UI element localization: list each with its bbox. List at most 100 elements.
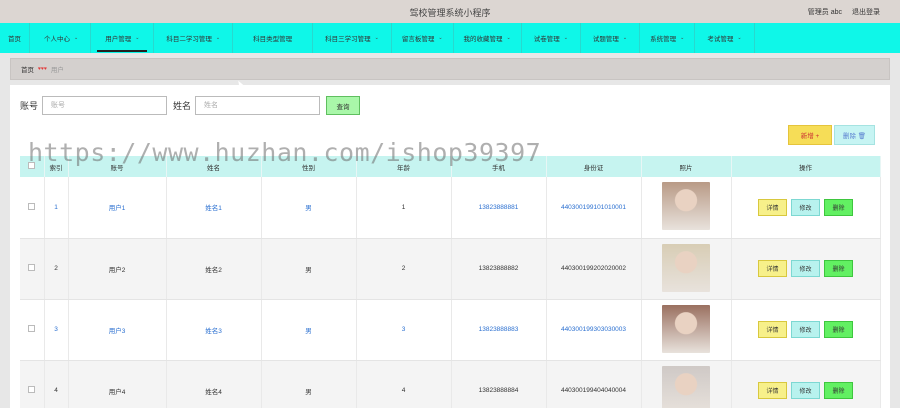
cell-name: 姓名2 <box>166 238 262 300</box>
main-nav: 首页 个人中心 ⌄ 用户管理 ⌄ 科目二学习管理 ⌄ 科目类型管理 科目三学习管理 ⌄ … <box>0 23 900 53</box>
edit-button[interactable]: 修改 <box>791 321 820 338</box>
chevron-down-icon: ⌄ <box>563 35 568 41</box>
cell-age: 2 <box>356 238 452 300</box>
nav-item-label: 考试管理 <box>707 36 734 43</box>
chevron-down-icon: ⌄ <box>680 35 685 41</box>
delete-button[interactable]: 删除 <box>824 198 853 216</box>
cell-index: 2 <box>44 238 69 300</box>
nav-item-system[interactable]: 系统管理 ⌄ <box>640 23 696 53</box>
row-checkbox[interactable] <box>20 360 45 408</box>
nav-item-label: 系统管理 <box>650 36 677 43</box>
cell-age: 4 <box>356 360 452 408</box>
chevron-down-icon: ⌄ <box>374 35 379 41</box>
cell-account: 用户3 <box>68 299 167 361</box>
cell-actions: 详情 修改 删除 <box>731 238 881 300</box>
cell-name: 姓名4 <box>166 360 262 408</box>
cell-phone: 13823888883 <box>451 299 547 361</box>
user-table: 索引 账号 姓名 性别 年龄 手机 身份证 照片 操作 1 用户1 姓名1 男 … <box>20 156 881 408</box>
nav-item-subject3-study[interactable]: 科目三学习管理 ⌄ <box>313 23 392 53</box>
top-bar: 驾校管理系统小程序 管理员 abc 退出登录 <box>0 0 900 23</box>
user-photo[interactable] <box>662 243 710 292</box>
nav-item-label: 首页 <box>8 36 21 43</box>
search-form: 账号 姓名 查询 <box>20 96 361 115</box>
delete-button[interactable]: 删除 <box>824 260 853 277</box>
cell-phone: 13823888881 <box>451 177 547 239</box>
nav-item-question[interactable]: 试题管理 ⌄ <box>581 23 641 53</box>
cell-account: 用户1 <box>68 177 167 239</box>
nav-item-favorites[interactable]: 我的收藏管理 ⌄ <box>454 23 522 53</box>
cell-name: 姓名3 <box>166 299 262 361</box>
edit-button[interactable]: 修改 <box>791 198 820 216</box>
name-label: 姓名 <box>173 101 192 111</box>
nav-item-label: 个人中心 <box>44 36 70 43</box>
edit-button[interactable]: 修改 <box>791 260 820 277</box>
chevron-down-icon: ⌄ <box>438 35 443 41</box>
row-checkbox[interactable] <box>20 238 45 300</box>
batch-delete-button[interactable]: 删除 🗑 <box>834 125 875 145</box>
nav-item-label: 我的收藏管理 <box>463 36 503 43</box>
detail-button[interactable]: 详情 <box>758 198 787 216</box>
breadcrumb-current: 用户 <box>50 67 64 74</box>
cell-photo <box>641 360 732 408</box>
breadcrumb-separator-icon: ♥♥♥ <box>38 66 47 72</box>
user-label: 管理员 abc <box>807 9 842 16</box>
nav-item-label: 科目二学习管理 <box>166 36 212 43</box>
delete-button[interactable]: 删除 <box>824 382 853 399</box>
table-row: 4 用户4 姓名4 男 4 13823888884 44030019940404… <box>20 360 881 408</box>
row-checkbox[interactable] <box>20 299 45 361</box>
edit-button[interactable]: 修改 <box>791 382 820 399</box>
add-button-label: 新增 + <box>800 133 820 140</box>
nav-item-label: 科目类型管理 <box>253 36 293 43</box>
nav-item-label: 留言板管理 <box>401 36 435 43</box>
account-input[interactable] <box>42 96 168 115</box>
detail-button[interactable]: 详情 <box>758 382 787 399</box>
cell-phone: 13823888884 <box>451 360 547 408</box>
watermark: https://www.huzhan.com/ishop39397 <box>28 138 542 167</box>
cell-index: 3 <box>44 299 69 361</box>
table-row: 3 用户3 姓名3 男 3 13823888883 44030019930303… <box>20 299 881 361</box>
delete-button[interactable]: 删除 <box>824 321 853 338</box>
cell-age: 3 <box>356 299 452 361</box>
cell-index: 1 <box>44 177 69 239</box>
nav-item-label: 用户管理 <box>105 36 132 43</box>
breadcrumb: 首页 ♥♥♥ 用户 <box>10 58 890 80</box>
nav-item-message-board[interactable]: 留言板管理 ⌄ <box>392 23 454 53</box>
batch-delete-label: 删除 🗑 <box>842 133 867 140</box>
cell-id-card: 440300199404040004 <box>546 360 642 408</box>
cell-actions: 详情 修改 删除 <box>731 177 881 239</box>
user-photo[interactable] <box>662 182 710 231</box>
chevron-down-icon: ⌄ <box>622 35 628 41</box>
account-label: 账号 <box>20 101 39 111</box>
chevron-down-icon: ⌄ <box>215 35 221 41</box>
chevron-down-icon: ⌄ <box>135 35 140 41</box>
main-panel: 账号 姓名 查询 新增 + 删除 🗑 索引 账号 姓名 性别 年龄 手机 身份证… <box>10 85 890 408</box>
cell-actions: 详情 修改 删除 <box>731 360 881 408</box>
nav-item-subject-type[interactable]: 科目类型管理 <box>233 23 314 53</box>
logout-link[interactable]: 退出登录 <box>852 7 880 17</box>
app-title: 驾校管理系统小程序 <box>409 8 491 18</box>
column-header: 身份证 <box>546 156 642 177</box>
add-button[interactable]: 新增 + <box>788 125 832 145</box>
detail-button[interactable]: 详情 <box>758 260 787 277</box>
cell-id-card: 440300199101010001 <box>546 177 642 239</box>
chevron-down-icon: ⌄ <box>737 35 742 41</box>
nav-item-exam[interactable]: 考试管理 ⌄ <box>695 23 755 53</box>
nav-item-personal-center[interactable]: 个人中心 ⌄ <box>30 23 92 53</box>
nav-item-exam-paper[interactable]: 试卷管理 ⌄ <box>522 23 581 53</box>
nav-item-label: 试卷管理 <box>533 36 560 43</box>
nav-item-subject2-study[interactable]: 科目二学习管理 ⌄ <box>154 23 234 53</box>
table-row: 1 用户1 姓名1 男 1 13823888881 44030019910101… <box>20 177 881 239</box>
name-input[interactable] <box>195 96 321 115</box>
detail-button[interactable]: 详情 <box>758 321 787 338</box>
table-row: 2 用户2 姓名2 男 2 13823888882 44030019920202… <box>20 238 881 300</box>
cell-account: 用户2 <box>68 238 167 300</box>
user-photo[interactable] <box>662 365 710 408</box>
cell-actions: 详情 修改 删除 <box>731 299 881 361</box>
cell-account: 用户4 <box>68 360 167 408</box>
breadcrumb-home[interactable]: 首页 <box>21 64 34 74</box>
row-checkbox[interactable] <box>20 177 45 239</box>
nav-item-home[interactable]: 首页 <box>0 23 30 53</box>
nav-item-user-management[interactable]: 用户管理 ⌄ <box>91 23 155 53</box>
query-button[interactable]: 查询 <box>326 96 361 115</box>
user-photo[interactable] <box>662 304 710 353</box>
